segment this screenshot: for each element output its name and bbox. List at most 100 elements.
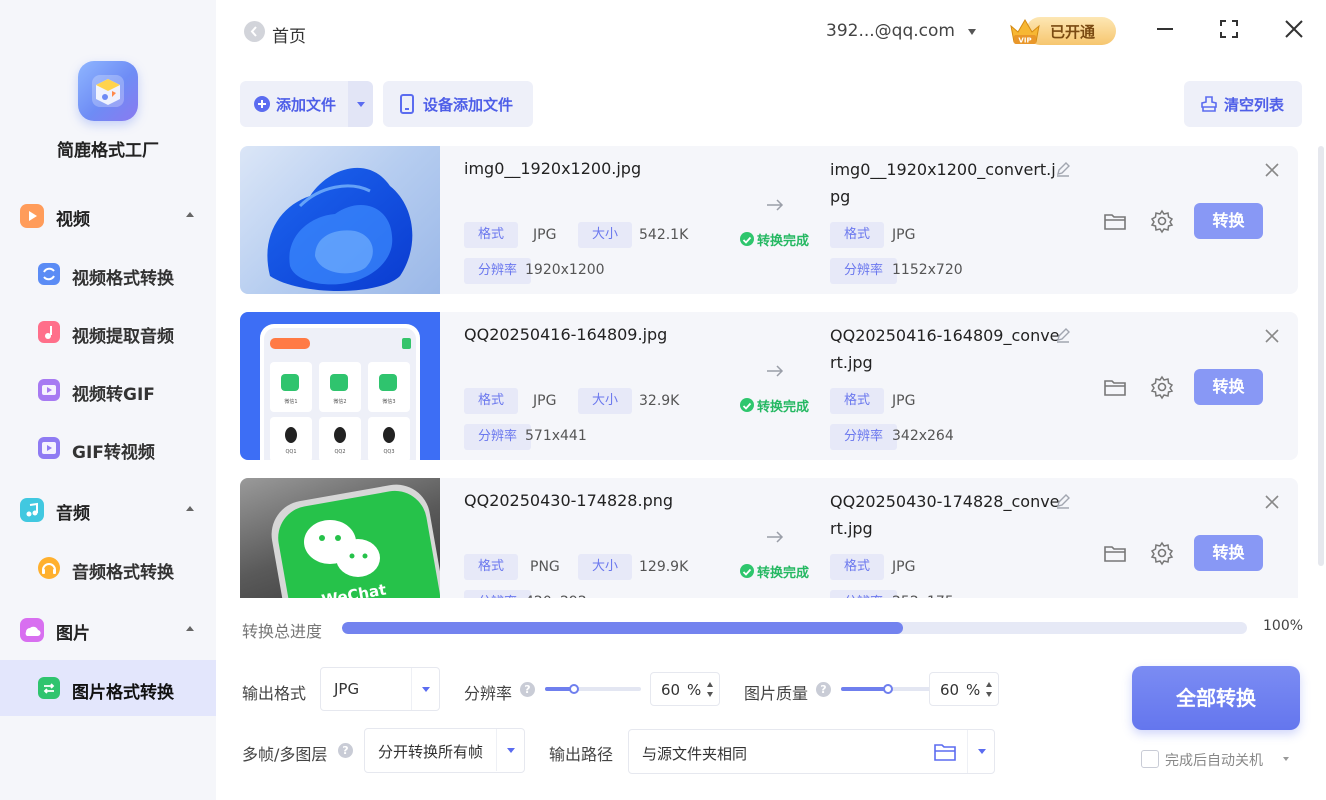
arrow-right-icon [767,531,784,543]
gear-icon[interactable] [1149,374,1175,400]
check-circle-icon [740,564,754,578]
chevron-down-icon[interactable] [1283,757,1289,761]
arrow-right-icon [767,199,784,211]
clear-list-label: 清空列表 [1224,96,1285,114]
gear-icon[interactable] [1149,208,1175,234]
dropdown-arrow[interactable] [967,730,995,773]
quality-value: 60 [940,681,960,699]
stepper-down-icon[interactable] [986,692,992,697]
convert-icon [38,263,60,285]
vip-status: 已开通 [1050,23,1096,41]
output-format: JPG [892,227,916,243]
sidebar-item-label: 视频转GIF [72,385,155,405]
folder-icon[interactable] [933,742,957,762]
file-card: 微信1 微信2 微信3 QQ1 QQ2 QQ3 QQ20250416-16480… [240,312,1298,460]
file-list-scrollbar[interactable] [1318,146,1324,566]
sidebar-item-gif-to-video[interactable]: GIF转视频 [0,420,216,476]
slider-handle[interactable] [883,684,893,694]
source-file-name: QQ20250416-164809.jpg [464,325,668,344]
folder-icon[interactable] [1102,208,1128,234]
output-resolution: 252x175 [892,594,954,598]
sidebar-item-label: 视频提取音频 [72,327,174,347]
vip-badge[interactable]: 已开通 VIP [1008,14,1116,48]
source-size: 32.9K [639,393,680,409]
output-format-select[interactable]: JPG [320,667,440,711]
slider-handle[interactable] [569,684,579,694]
plus-circle-icon [254,96,270,112]
minimize-button[interactable] [1150,14,1180,44]
gear-icon[interactable] [1149,540,1175,566]
svg-text:微信2: 微信2 [333,398,346,405]
clear-list-button[interactable]: 清空列表 [1184,81,1302,127]
add-file-dropdown[interactable] [348,81,373,127]
file-list: img0__1920x1200.jpg 格式 JPG 大小 542.1K 分辨率… [240,146,1300,598]
resolution-stepper[interactable]: 60 % [650,672,720,706]
close-icon[interactable] [1264,328,1280,344]
chevron-down-icon[interactable] [968,29,976,35]
source-file-name: QQ20250430-174828.png [464,491,674,510]
resolution-slider[interactable] [545,681,641,697]
device-add-file-button[interactable]: 设备添加文件 [383,81,533,127]
maximize-button[interactable] [1214,14,1244,44]
help-icon[interactable]: ? [520,682,535,697]
folder-icon[interactable] [1102,374,1128,400]
status-text: 转换完成 [757,400,810,415]
source-resolution: 571x441 [525,428,587,444]
pencil-icon[interactable] [1055,493,1071,509]
close-icon[interactable] [1264,494,1280,510]
svg-text:微信3: 微信3 [382,398,395,405]
convert-all-button[interactable]: 全部转换 [1132,666,1300,730]
sidebar-item-video-extract-audio[interactable]: 视频提取音频 [0,304,216,360]
auto-shutdown-label: 完成后自动关机 [1165,753,1263,769]
nav-group-audio[interactable]: 音频 [0,490,216,530]
stepper-up-icon[interactable] [986,682,992,687]
sidebar-item-image-convert[interactable]: 图片格式转换 [0,660,216,716]
image-convert-icon [38,677,60,699]
progress-percent: 100% [1263,618,1304,634]
multiframe-select[interactable]: 分开转换所有帧 [364,728,525,773]
status-text: 转换完成 [757,234,810,249]
help-icon[interactable]: ? [338,743,353,758]
phone-icon [400,94,414,114]
image-icon [20,618,44,642]
output-path-select[interactable]: 与源文件夹相同 [628,729,995,774]
broom-icon [1201,96,1217,112]
help-icon[interactable]: ? [816,682,831,697]
chevron-down-icon [422,687,430,692]
resolution-tag: 分辨率 [464,590,532,598]
source-file-name: img0__1920x1200.jpg [464,159,642,178]
sidebar-item-video-to-gif[interactable]: 视频转GIF [0,362,216,418]
convert-button[interactable]: 转换 [1194,203,1263,239]
folder-icon[interactable] [1102,540,1128,566]
audio-icon [20,498,44,522]
progress-fill [342,622,904,634]
close-window-button[interactable] [1279,14,1309,44]
auto-shutdown-checkbox[interactable] [1141,750,1159,768]
output-file-name: img0__1920x1200_convert.jpg [830,160,1056,206]
nav-group-video[interactable]: 视频 [0,196,216,236]
sidebar-item-audio-convert[interactable]: 音频格式转换 [0,540,216,596]
add-file-button[interactable]: 添加文件 [240,81,350,127]
sidebar-item-video-convert[interactable]: 视频格式转换 [0,246,216,302]
close-icon[interactable] [1264,162,1280,178]
sidebar: 简鹿格式工厂 视频 视频格式转换 视频提取音频 视频转GIF GIF转视频 音频… [0,0,216,800]
source-size: 129.9K [639,559,689,575]
stepper-up-icon[interactable] [707,682,713,687]
stepper-down-icon[interactable] [707,692,713,697]
arrow-right-icon [767,365,784,377]
total-progress-bar [342,622,1247,634]
format-tag: 格式 [464,388,519,414]
percent-unit: % [966,681,981,699]
nav-group-image[interactable]: 图片 [0,610,216,650]
account-menu[interactable]: 392...@qq.com [826,21,955,41]
pencil-icon[interactable] [1055,161,1071,177]
format-tag: 格式 [830,388,885,414]
resolution-tag: 分辨率 [830,590,898,598]
svg-text:QQ1: QQ1 [285,449,296,455]
quality-slider[interactable] [841,681,937,697]
quality-stepper[interactable]: 60 % [929,672,999,706]
pencil-icon[interactable] [1055,327,1071,343]
convert-button[interactable]: 转换 [1194,535,1263,571]
convert-button[interactable]: 转换 [1194,369,1263,405]
device-add-file-label: 设备添加文件 [423,96,514,114]
